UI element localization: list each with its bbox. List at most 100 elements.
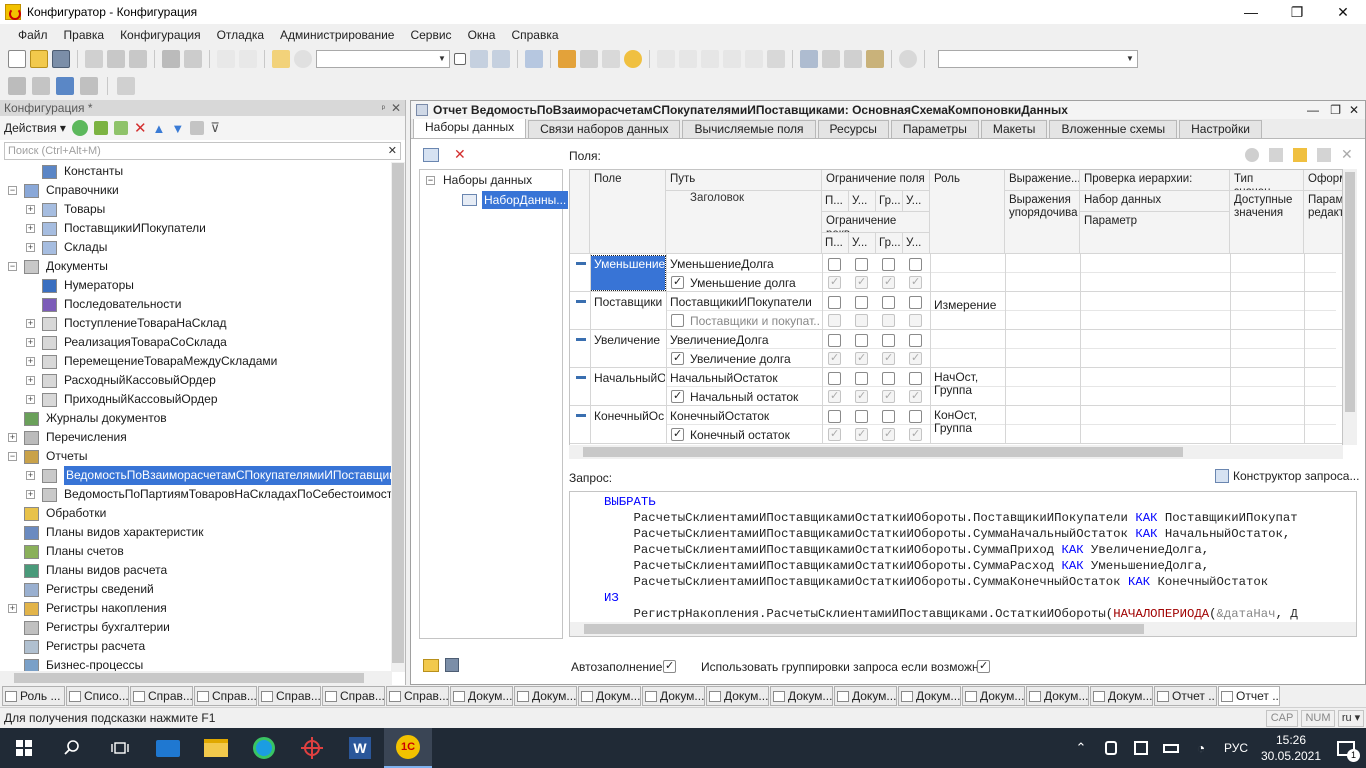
window-tab[interactable]: Докум... <box>578 686 641 706</box>
tab-nested-schemas[interactable]: Вложенные схемы <box>1049 120 1178 138</box>
window-tab[interactable]: Докум... <box>450 686 513 706</box>
field-path-cell[interactable]: УвеличениеДолга <box>670 332 820 349</box>
config-tree-icon[interactable] <box>32 77 50 95</box>
tree-node[interactable]: + РеализацияТовараСоСклада <box>26 333 227 352</box>
tree-node[interactable]: + ПриходныйКассовыйОрдер <box>26 390 218 409</box>
tab-datasets[interactable]: Наборы данных <box>413 118 527 138</box>
save-icon[interactable] <box>52 50 70 68</box>
debug-step-icon[interactable] <box>657 50 675 68</box>
move-down-icon[interactable]: ▼ <box>171 121 184 136</box>
tree-search-input[interactable]: Поиск (Ctrl+Alt+M) ✕ <box>4 142 401 160</box>
field-empty-cell[interactable] <box>1304 406 1342 443</box>
grid-horizontal-scrollbar[interactable] <box>569 445 1343 459</box>
open-schema-icon[interactable] <box>423 659 439 672</box>
tree-node[interactable]: + ВедомостьПоВзаиморасчетамСПокупателямиИ… <box>26 466 405 485</box>
help-search-icon[interactable] <box>580 50 598 68</box>
tree-node[interactable]: Обработки <box>24 504 106 523</box>
tree-node[interactable]: Планы видов характеристик <box>24 523 203 542</box>
delete-dataset-icon[interactable]: ✕ <box>454 146 466 163</box>
window-tab[interactable]: Справ... <box>130 686 193 706</box>
tab-settings[interactable]: Настройки <box>1179 120 1262 138</box>
menu-windows[interactable]: Окна <box>460 28 504 42</box>
field-restriction-checkbox[interactable] <box>855 410 868 423</box>
database-icon[interactable] <box>56 77 74 95</box>
config-icon[interactable] <box>8 77 26 95</box>
input-language[interactable]: РУС <box>1216 728 1256 768</box>
tree-node[interactable]: Планы видов расчета <box>24 561 167 580</box>
window-tab[interactable]: Докум... <box>770 686 833 706</box>
menu-help[interactable]: Справка <box>503 28 566 42</box>
field-settings-icon[interactable] <box>1317 148 1331 162</box>
window-tab[interactable]: Докум... <box>962 686 1025 706</box>
field-empty-cell[interactable] <box>1304 330 1342 367</box>
tree-node[interactable]: − Справочники <box>8 181 119 200</box>
expand-icon[interactable]: + <box>26 376 35 385</box>
tree-node[interactable]: Регистры расчета <box>24 637 145 656</box>
field-restriction-checkbox[interactable] <box>828 258 841 271</box>
clock[interactable]: 15:26 30.05.2021 <box>1256 732 1326 764</box>
debug-out-icon[interactable] <box>723 50 741 68</box>
tree-vertical-scrollbar[interactable] <box>391 162 405 672</box>
field-role-cell[interactable]: Измерение <box>934 295 1004 327</box>
close-panel-icon[interactable]: ✕ <box>391 100 401 116</box>
field-empty-cell[interactable] <box>1005 406 1080 443</box>
window-tab[interactable]: Отчет ... <box>1218 686 1280 706</box>
field-empty-cell[interactable] <box>1230 368 1304 405</box>
module-combo[interactable]: ▼ <box>938 50 1138 68</box>
expand-icon[interactable]: + <box>8 433 17 442</box>
field-title-cell[interactable]: Увеличение долга <box>690 351 820 367</box>
window-tab[interactable]: Докум... <box>642 686 705 706</box>
find-next-icon[interactable] <box>470 50 488 68</box>
field-name-cell[interactable]: Уменьшение <box>590 255 666 291</box>
window-tab[interactable]: Докум... <box>706 686 769 706</box>
expand-icon[interactable]: + <box>26 357 35 366</box>
field-title-cell[interactable]: Начальный остаток <box>690 389 820 405</box>
tree-node[interactable]: + Регистры накопления <box>8 599 167 618</box>
field-restriction-checkbox[interactable] <box>855 372 868 385</box>
tree-node[interactable]: Планы счетов <box>24 542 124 561</box>
tray-chevron-icon[interactable]: ⌃ <box>1066 728 1096 768</box>
menu-service[interactable]: Сервис <box>402 28 459 42</box>
tree-node[interactable]: Регистры бухгалтерии <box>24 618 170 637</box>
tab-parameters[interactable]: Параметры <box>890 120 979 138</box>
module-combo-arrow-icon[interactable]: ▼ <box>1123 51 1137 67</box>
clear-search-icon[interactable] <box>454 53 466 65</box>
search-combo[interactable]: ▼ <box>316 50 450 68</box>
field-title-cell[interactable]: Конечный остаток <box>690 427 820 443</box>
window-tab[interactable]: Справ... <box>386 686 449 706</box>
window-tab[interactable]: Списо... <box>66 686 129 706</box>
windows-icon[interactable] <box>525 50 543 68</box>
title-checkbox[interactable] <box>671 389 684 403</box>
search-clear-icon[interactable]: ✕ <box>388 143 397 159</box>
window-tab[interactable]: Справ... <box>194 686 257 706</box>
copy-icon[interactable] <box>107 50 125 68</box>
field-restriction-checkbox[interactable] <box>855 296 868 309</box>
title-checkbox[interactable] <box>671 351 684 365</box>
field-title-cell[interactable]: Уменьшение долга <box>690 275 820 291</box>
menu-administration[interactable]: Администрирование <box>272 28 402 42</box>
field-empty-cell[interactable] <box>1230 330 1304 367</box>
edge-browser-icon[interactable] <box>240 728 288 768</box>
expand-icon[interactable]: + <box>26 243 35 252</box>
file-explorer-icon[interactable] <box>192 728 240 768</box>
expand-icon[interactable]: + <box>26 205 35 214</box>
sort-icon[interactable] <box>190 121 205 135</box>
combo-arrow-icon[interactable]: ▼ <box>435 51 449 67</box>
window-tab[interactable]: Роль ... <box>2 686 65 706</box>
menu-file[interactable]: Файл <box>10 28 56 42</box>
tree-node[interactable]: − Документы <box>8 257 108 276</box>
field-role-cell[interactable]: НачОст, Группа <box>934 371 1004 403</box>
field-empty-cell[interactable] <box>1005 330 1080 367</box>
tab-templates[interactable]: Макеты <box>980 120 1048 138</box>
tree-node[interactable]: + ВедомостьПоПартиямТоваровНаСкладахПоСеб… <box>26 485 399 504</box>
copy-field-icon[interactable] <box>1269 148 1283 162</box>
tab-resources[interactable]: Ресурсы <box>817 120 889 138</box>
title-checkbox[interactable] <box>671 427 684 441</box>
collapse-icon[interactable]: − <box>8 186 17 195</box>
wifi-icon[interactable]: ◔ <box>1186 728 1216 768</box>
tree-horizontal-scrollbar[interactable] <box>0 671 392 685</box>
field-role-cell[interactable] <box>934 257 1004 289</box>
editor-minimize-icon[interactable]: — <box>1307 101 1319 119</box>
editor-restore-icon[interactable]: ❐ <box>1330 101 1341 119</box>
query-builder-button[interactable]: Конструктор запроса... <box>1215 469 1359 483</box>
